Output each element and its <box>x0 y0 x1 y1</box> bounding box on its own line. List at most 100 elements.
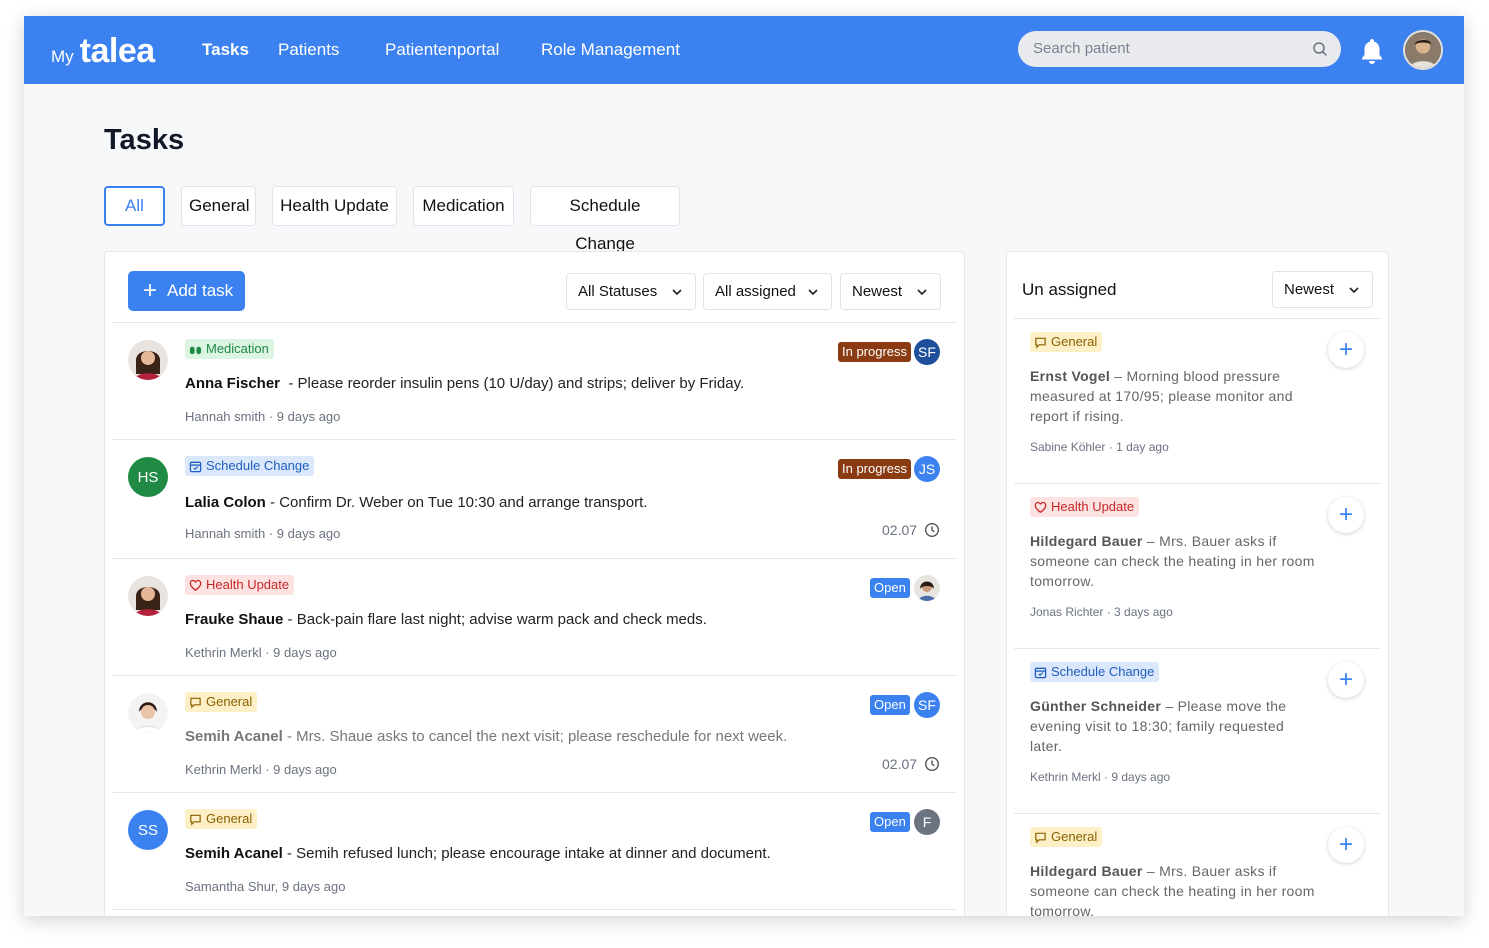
assignee-avatar[interactable]: JS <box>914 456 940 482</box>
task-meta: Sabine Köhler · 1 day ago <box>1030 440 1169 454</box>
task-meta: Samantha Shur, 9 days ago <box>185 879 345 894</box>
task-row[interactable]: General Open SF Semih Acanel - Mrs. Shau… <box>112 676 957 793</box>
assign-button[interactable]: + <box>1328 827 1364 863</box>
task-text: Lalia Colon - Confirm Dr. Weber on Tue 1… <box>185 494 648 511</box>
filter-tab-all[interactable]: All <box>104 186 165 226</box>
assign-button[interactable]: + <box>1328 662 1364 698</box>
app-window: My talea Tasks Patients Patientenportal … <box>24 16 1464 916</box>
tag-label: General <box>206 694 253 709</box>
status-filter-value: All Statuses <box>578 283 658 300</box>
chat-icon <box>190 814 201 826</box>
chat-icon <box>190 697 201 709</box>
chevron-down-icon <box>672 289 682 296</box>
task-row[interactable]: HS Schedule Change In progress JS Lalia … <box>112 440 957 559</box>
filter-tab-schedule-change[interactable]: Schedule Change <box>530 186 680 253</box>
plus-icon: + <box>143 277 158 304</box>
patient-name: Günther Schneider <box>1030 698 1162 714</box>
chevron-down-icon <box>917 289 927 296</box>
bell-icon[interactable] <box>1359 37 1385 65</box>
top-navigation-bar: My talea Tasks Patients Patientenportal … <box>24 16 1464 84</box>
unassigned-item[interactable]: Health Update + Hildegard Bauer – Mrs. B… <box>1014 484 1381 649</box>
status-badge[interactable]: In progress <box>838 342 912 362</box>
assign-button[interactable]: + <box>1328 332 1364 368</box>
chevron-down-icon <box>1349 287 1359 294</box>
status-badge[interactable]: In progress <box>838 459 912 479</box>
tag-label: Schedule Change <box>206 458 310 473</box>
assignee-avatar[interactable]: F <box>914 809 940 835</box>
task-description: Back-pain flare last night; advise warm … <box>296 611 707 628</box>
task-description: Mrs. Shaue asks to cancel the next visit… <box>296 728 788 745</box>
tag-general: General <box>1030 827 1103 847</box>
patient-name: Frauke Shaue <box>185 611 284 628</box>
author: Kethrin Merkl <box>1030 770 1101 784</box>
search-input[interactable] <box>1033 40 1293 57</box>
app-logo[interactable]: My talea <box>51 32 155 71</box>
assignee-avatar[interactable]: SF <box>914 339 940 365</box>
timestamp: 3 days ago <box>1114 605 1173 619</box>
assign-button[interactable]: + <box>1328 497 1364 533</box>
nav-patientenportal[interactable]: Patientenportal <box>385 40 499 60</box>
clock-icon <box>925 756 940 772</box>
filter-tab-health-update[interactable]: Health Update <box>272 186 397 226</box>
tag-health-update: Health Update <box>1030 497 1140 517</box>
timestamp: 9 days ago <box>276 409 341 424</box>
status-badge[interactable]: Open <box>870 812 910 832</box>
sort-value: Newest <box>852 283 903 300</box>
user-avatar[interactable] <box>1403 30 1443 70</box>
unassigned-text: Günther Schneider – Please move the even… <box>1030 698 1287 754</box>
unassigned-item[interactable]: Schedule Change + Günther Schneider – Pl… <box>1014 649 1381 814</box>
tag-schedule-change: Schedule Change <box>185 456 315 476</box>
task-description: Semih refused lunch; please encourage in… <box>296 845 771 862</box>
timestamp: 9 days ago <box>276 526 341 541</box>
tag-general: General <box>1030 332 1103 352</box>
assignee-avatar[interactable]: SF <box>914 692 940 718</box>
status-badge[interactable]: Open <box>870 578 910 598</box>
patient-avatar <box>128 576 168 616</box>
page-title: Tasks <box>104 124 185 156</box>
assignee-avatar[interactable] <box>914 575 940 601</box>
author: Hannah smith <box>185 526 266 541</box>
unassigned-item[interactable]: General + Hildegard Bauer – Mrs. Bauer a… <box>1014 814 1381 916</box>
filter-tab-medication[interactable]: Medication <box>413 186 514 226</box>
assignee-filter-dropdown[interactable]: All assigned <box>703 273 832 310</box>
task-row[interactable]: Health Update Open Frauke Shaue - Back-p… <box>112 559 957 676</box>
task-text: Semih Acanel - Mrs. Shaue asks to cancel… <box>185 728 788 745</box>
status-filter-dropdown[interactable]: All Statuses <box>566 273 696 310</box>
task-meta: Hannah smith · 9 days ago <box>185 409 341 424</box>
unassigned-panel: Un assigned Newest General + Ernst Vogel… <box>1006 251 1389 916</box>
task-row[interactable]: SS General Open F Semih Acanel - Semih r… <box>112 793 957 910</box>
patient-name: Semih Acanel <box>185 845 283 862</box>
unassigned-item[interactable]: General + Ernst Vogel – Morning blood pr… <box>1014 319 1381 484</box>
search-icon[interactable] <box>1312 41 1328 57</box>
unassigned-sort-dropdown[interactable]: Newest <box>1272 271 1373 308</box>
status-badge[interactable]: Open <box>870 695 910 715</box>
tasks-panel: + Add task All Statuses All assigned New… <box>104 251 965 916</box>
sort-dropdown[interactable]: Newest <box>840 273 941 310</box>
nav-role-management[interactable]: Role Management <box>541 40 680 60</box>
unassigned-text: Ernst Vogel – Morning blood pressure mea… <box>1030 368 1293 424</box>
nav-patients[interactable]: Patients <box>278 40 339 60</box>
author: Jonas Richter <box>1030 605 1104 619</box>
filter-tab-general[interactable]: General <box>181 186 256 226</box>
task-row[interactable]: Medication In progress SF Anna Fischer -… <box>112 323 957 440</box>
add-task-button[interactable]: + Add task <box>128 271 245 311</box>
task-meta: Kethrin Merkl · 9 days ago <box>1030 770 1171 784</box>
timestamp: 1 day ago <box>1116 440 1169 454</box>
tag-label: Medication <box>206 341 269 356</box>
task-description: Please reorder insulin pens (10 U/day) a… <box>297 375 745 392</box>
patient-avatar <box>128 340 168 380</box>
patient-name: Hildegard Bauer <box>1030 533 1143 549</box>
due-date: 02.07 <box>882 522 940 538</box>
patient-name: Anna Fischer <box>185 375 281 392</box>
timestamp: 9 days ago <box>281 879 346 894</box>
logo-brand: talea <box>79 32 156 70</box>
tag-label: Schedule Change <box>1051 664 1155 679</box>
calendar-icon <box>189 461 202 472</box>
tag-label: General <box>206 811 253 826</box>
task-meta: Kethrin Merkl · 9 days ago <box>185 645 337 660</box>
chevron-down-icon <box>808 289 818 296</box>
tag-health-update: Health Update <box>185 575 295 595</box>
patient-name: Ernst Vogel <box>1030 368 1111 384</box>
chat-icon <box>1035 832 1046 844</box>
nav-tasks[interactable]: Tasks <box>202 40 249 60</box>
